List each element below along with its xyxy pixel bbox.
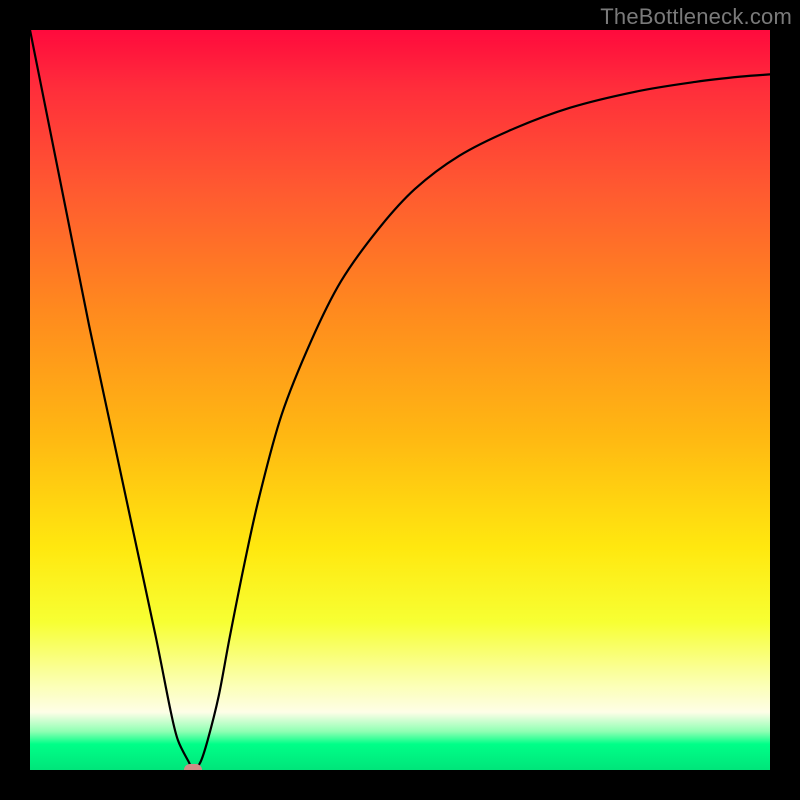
chart-frame: TheBottleneck.com (0, 0, 800, 800)
optimal-point-marker (184, 764, 202, 770)
plot-area (30, 30, 770, 770)
watermark-text: TheBottleneck.com (600, 4, 792, 30)
bottleneck-curve-svg (30, 30, 770, 770)
bottleneck-curve-path (30, 30, 770, 770)
